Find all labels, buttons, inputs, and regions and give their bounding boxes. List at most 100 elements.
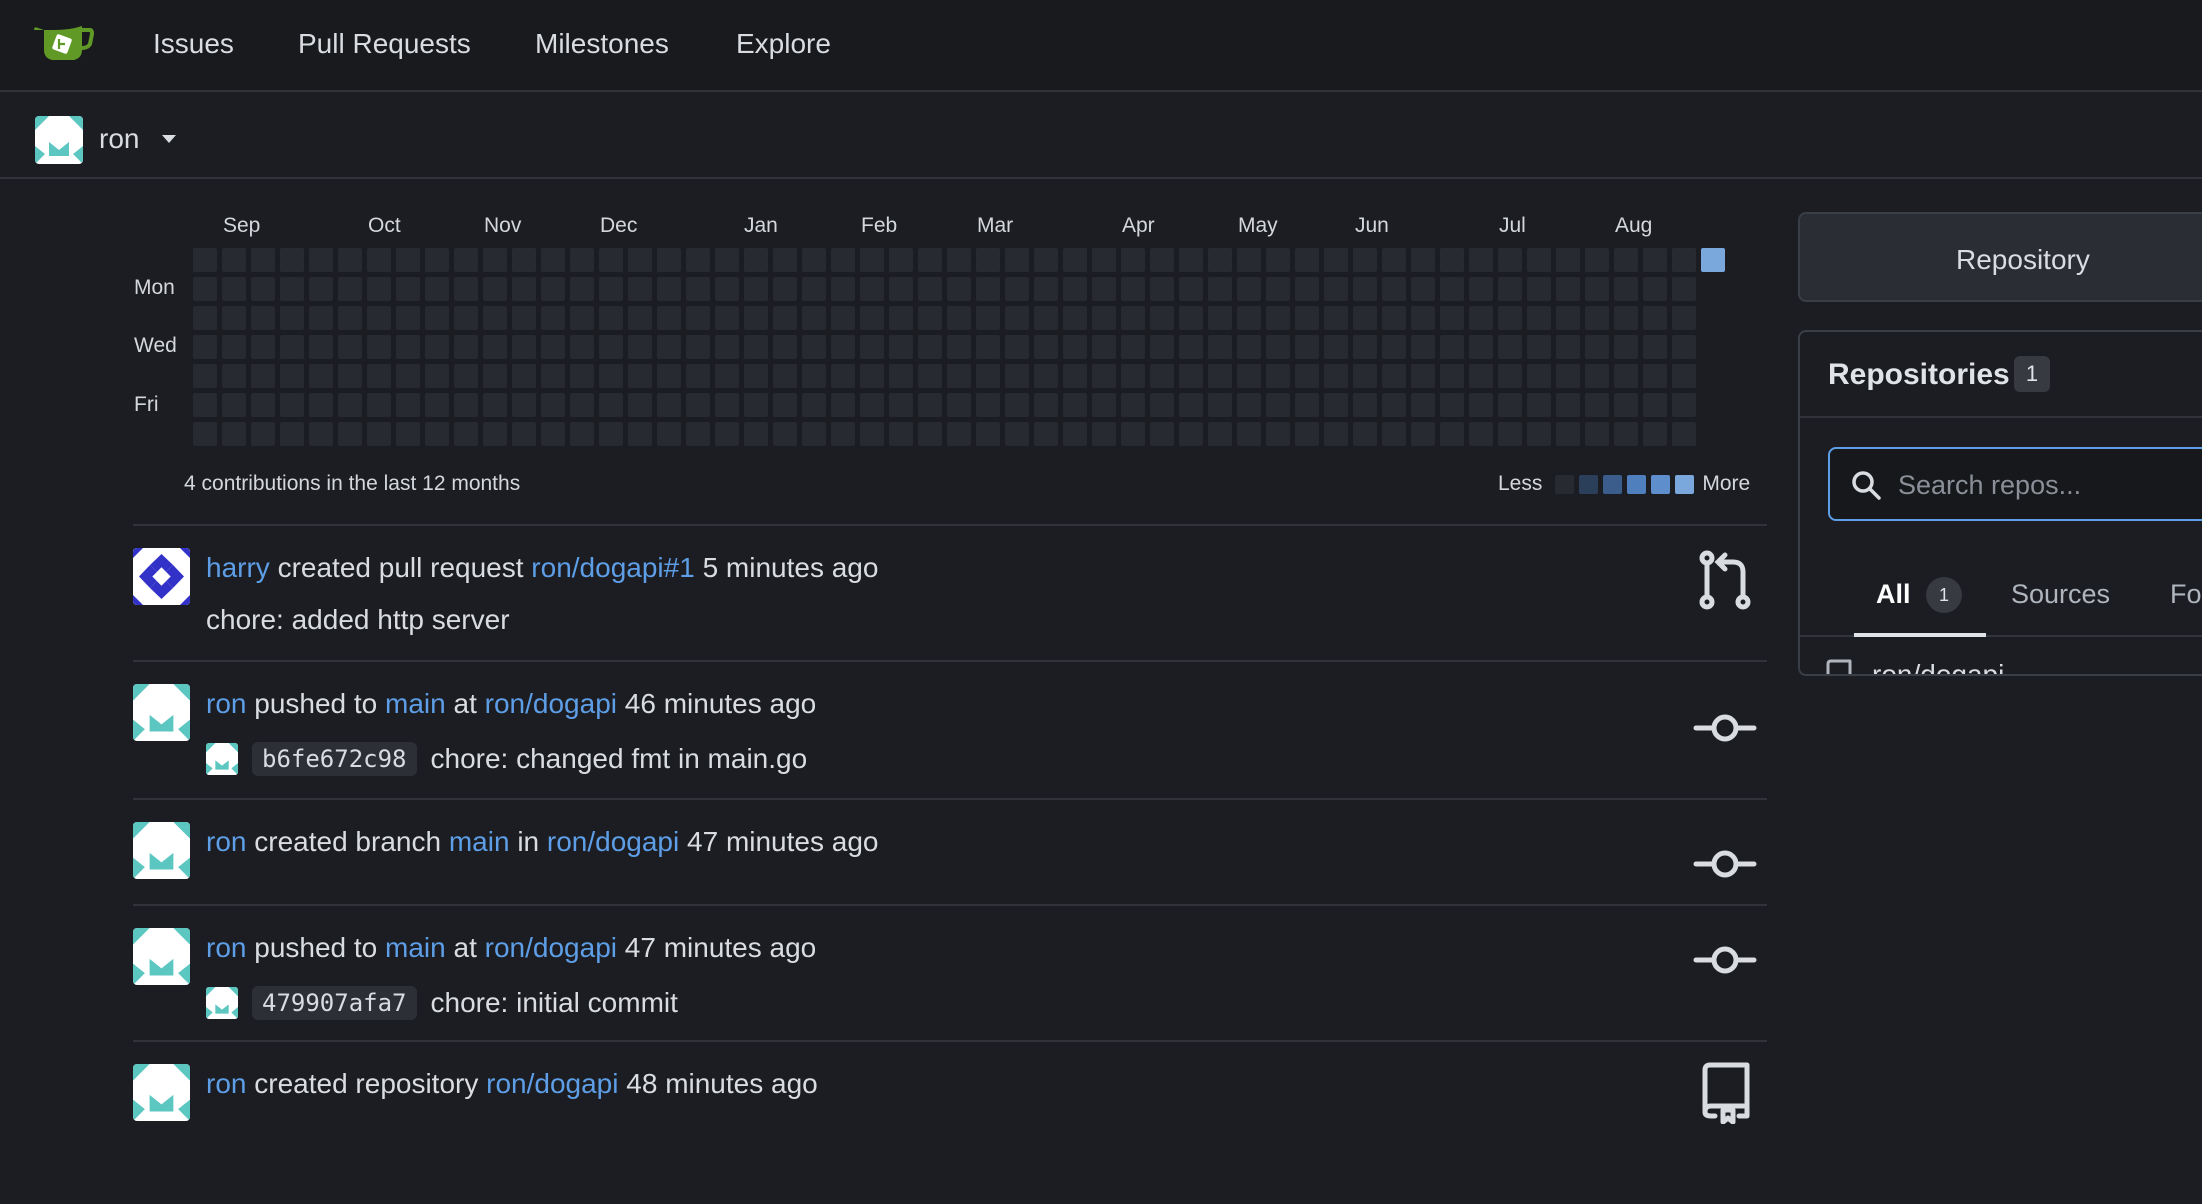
- heatmap-cell[interactable]: [396, 335, 420, 359]
- heatmap-cell[interactable]: [1179, 306, 1203, 330]
- heatmap-cell[interactable]: [425, 248, 449, 272]
- commit-sha[interactable]: 479907afa7: [252, 986, 417, 1020]
- heatmap-cell[interactable]: [1382, 335, 1406, 359]
- heatmap-cell[interactable]: [1498, 364, 1522, 388]
- heatmap-cell[interactable]: [599, 248, 623, 272]
- heatmap-cell[interactable]: [483, 306, 507, 330]
- heatmap-cell[interactable]: [309, 335, 333, 359]
- heatmap-cell[interactable]: [1440, 335, 1464, 359]
- heatmap-cell[interactable]: [1382, 277, 1406, 301]
- heatmap-cell[interactable]: [1411, 422, 1435, 446]
- heatmap-cell[interactable]: [715, 364, 739, 388]
- heatmap-cell[interactable]: [1208, 364, 1232, 388]
- heatmap-cell[interactable]: [280, 393, 304, 417]
- heatmap-cell[interactable]: [396, 248, 420, 272]
- heatmap-cell[interactable]: [773, 248, 797, 272]
- heatmap-cell[interactable]: [1150, 393, 1174, 417]
- actor-link[interactable]: ron: [206, 932, 246, 963]
- heatmap-cell[interactable]: [628, 393, 652, 417]
- heatmap-cell[interactable]: [338, 306, 362, 330]
- repo-link[interactable]: ron/dogapi: [547, 826, 679, 857]
- heatmap-cell[interactable]: [483, 393, 507, 417]
- tab-all[interactable]: All: [1876, 579, 1911, 610]
- heatmap-cell[interactable]: [1237, 393, 1261, 417]
- heatmap-cell[interactable]: [1672, 364, 1696, 388]
- heatmap-cell[interactable]: [1469, 364, 1493, 388]
- heatmap-cell[interactable]: [280, 335, 304, 359]
- branch-link[interactable]: main: [385, 932, 446, 963]
- heatmap-cell[interactable]: [541, 393, 565, 417]
- heatmap-cell[interactable]: [1034, 422, 1058, 446]
- heatmap-cell[interactable]: [338, 422, 362, 446]
- heatmap-cell[interactable]: [222, 277, 246, 301]
- heatmap-cell[interactable]: [338, 335, 362, 359]
- heatmap-cell[interactable]: [1353, 393, 1377, 417]
- heatmap-cell[interactable]: [860, 277, 884, 301]
- heatmap-cell[interactable]: [976, 248, 1000, 272]
- actor-link[interactable]: harry: [206, 552, 270, 583]
- heatmap-cell[interactable]: [976, 335, 1000, 359]
- nav-milestones[interactable]: Milestones: [535, 28, 669, 60]
- heatmap-cell[interactable]: [541, 422, 565, 446]
- heatmap-cell[interactable]: [1005, 248, 1029, 272]
- heatmap-cell[interactable]: [686, 277, 710, 301]
- heatmap-cell[interactable]: [1208, 248, 1232, 272]
- avatar[interactable]: [133, 684, 190, 741]
- heatmap-cell[interactable]: [222, 248, 246, 272]
- heatmap-cell[interactable]: [1498, 422, 1522, 446]
- heatmap-cell[interactable]: [396, 422, 420, 446]
- heatmap-cell[interactable]: [1092, 364, 1116, 388]
- heatmap-cell[interactable]: [889, 277, 913, 301]
- avatar[interactable]: [206, 743, 238, 775]
- heatmap-cell[interactable]: [1498, 335, 1522, 359]
- heatmap-cell[interactable]: [570, 393, 594, 417]
- heatmap-cell[interactable]: [280, 306, 304, 330]
- heatmap-cell[interactable]: [193, 335, 217, 359]
- pr-link[interactable]: ron/dogapi#1: [531, 552, 694, 583]
- repo-list-item[interactable]: ron/dogapi: [1800, 639, 2202, 674]
- heatmap-cell[interactable]: [541, 248, 565, 272]
- heatmap-cell[interactable]: [1585, 248, 1609, 272]
- heatmap-cell[interactable]: [599, 335, 623, 359]
- heatmap-cell[interactable]: [1005, 393, 1029, 417]
- avatar[interactable]: [133, 1064, 190, 1121]
- heatmap-cell[interactable]: [1266, 364, 1290, 388]
- heatmap-cell[interactable]: [1556, 422, 1580, 446]
- heatmap-cell[interactable]: [396, 364, 420, 388]
- heatmap-cell[interactable]: [1150, 277, 1174, 301]
- heatmap-cell[interactable]: [744, 393, 768, 417]
- heatmap-cell[interactable]: [1092, 306, 1116, 330]
- heatmap-cell[interactable]: [715, 277, 739, 301]
- heatmap-cell[interactable]: [1324, 393, 1348, 417]
- heatmap-cell[interactable]: [1034, 277, 1058, 301]
- heatmap-cell[interactable]: [454, 364, 478, 388]
- heatmap-cell[interactable]: [802, 277, 826, 301]
- heatmap-cell[interactable]: [657, 277, 681, 301]
- heatmap-cell[interactable]: [686, 422, 710, 446]
- commit-sha[interactable]: b6fe672c98: [252, 742, 417, 776]
- heatmap-cell[interactable]: [1411, 306, 1435, 330]
- heatmap-cell[interactable]: [1063, 364, 1087, 388]
- heatmap-cell[interactable]: [367, 277, 391, 301]
- heatmap-cell[interactable]: [425, 422, 449, 446]
- heatmap-cell[interactable]: [541, 364, 565, 388]
- heatmap-cell[interactable]: [976, 422, 1000, 446]
- heatmap-cell[interactable]: [1063, 306, 1087, 330]
- heatmap-cell[interactable]: [860, 335, 884, 359]
- heatmap-cell[interactable]: [889, 393, 913, 417]
- heatmap-cell[interactable]: [628, 306, 652, 330]
- heatmap-cell[interactable]: [1208, 335, 1232, 359]
- heatmap-cell[interactable]: [1411, 277, 1435, 301]
- heatmap-cell[interactable]: [976, 277, 1000, 301]
- gitea-logo-icon[interactable]: [30, 20, 94, 68]
- heatmap-cell[interactable]: [1614, 364, 1638, 388]
- heatmap-cell[interactable]: [773, 335, 797, 359]
- heatmap-cell[interactable]: [193, 277, 217, 301]
- heatmap-cell[interactable]: [686, 248, 710, 272]
- heatmap-cell[interactable]: [396, 277, 420, 301]
- heatmap-cell[interactable]: [628, 335, 652, 359]
- heatmap-cell[interactable]: [1585, 306, 1609, 330]
- heatmap-cell[interactable]: [338, 364, 362, 388]
- heatmap-cell[interactable]: [1440, 277, 1464, 301]
- heatmap-cell[interactable]: [1643, 364, 1667, 388]
